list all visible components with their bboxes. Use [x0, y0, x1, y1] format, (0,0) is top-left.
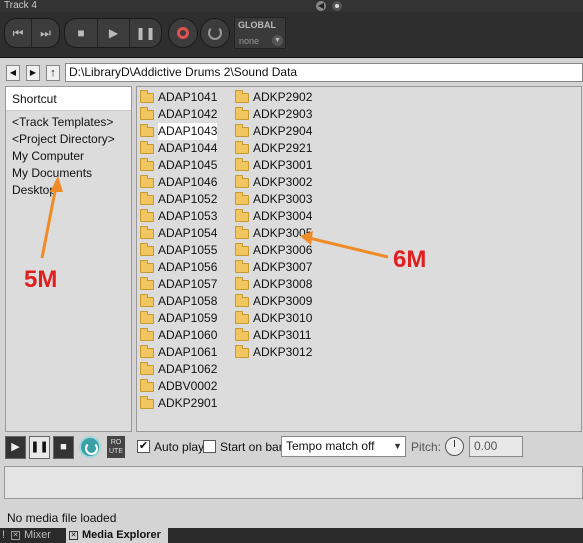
arrowhead-right-icon [300, 231, 313, 245]
annotation-overlay [40, 176, 389, 259]
annotation-arrow-right [308, 236, 389, 259]
annotation-label-right: 6M [393, 246, 427, 273]
annotation-arrow-left [40, 180, 59, 259]
arrowhead-left-icon [50, 176, 63, 192]
annotation-label-left: 5M [24, 266, 58, 293]
